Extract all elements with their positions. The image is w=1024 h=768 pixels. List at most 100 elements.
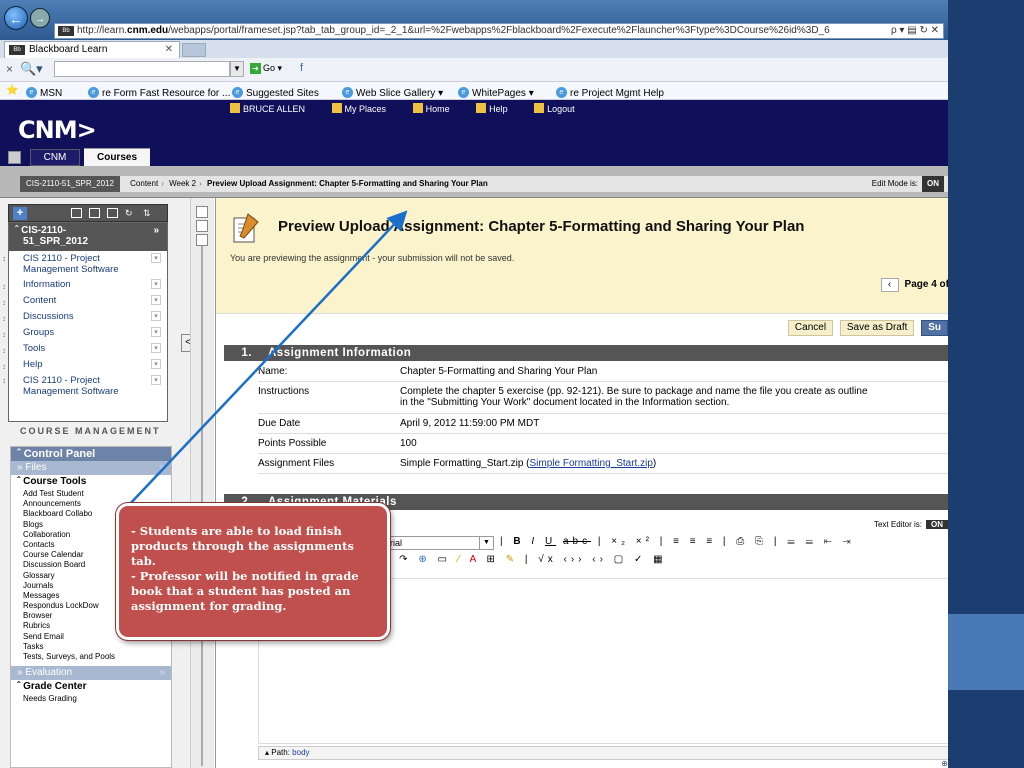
new-tab-button[interactable]: [182, 43, 206, 57]
breadcrumb-current: Preview Upload Assignment: Chapter 5-For…: [206, 179, 488, 188]
sidebar-item-cis-2110-2[interactable]: ↕ CIS 2110 - Project Management Software ▾: [2, 373, 167, 399]
callout-text-2: - Professor will be notified in grade bo…: [131, 569, 359, 613]
my-places-link[interactable]: My Places: [331, 103, 399, 114]
bb-tabs: CNM Courses: [0, 148, 948, 166]
chevron-down-icon[interactable]: ▾: [151, 295, 161, 305]
ie-icon: e: [342, 87, 353, 98]
drag-handle-icon[interactable]: ↕: [2, 279, 6, 294]
tab-cnm[interactable]: CNM: [30, 149, 80, 166]
back-arrow-icon[interactable]: ←: [4, 6, 28, 30]
submit-button[interactable]: Su: [921, 320, 948, 336]
resize-grip-icon[interactable]: ⊕: [941, 759, 948, 768]
double-chevron-icon[interactable]: »: [159, 666, 165, 680]
control-panel-header[interactable]: ˆ Control Panel: [11, 447, 171, 461]
close-tab-icon[interactable]: ✕: [165, 42, 173, 58]
drag-handle-icon[interactable]: ↕: [2, 375, 6, 386]
sidebar-item-discussions[interactable]: ↕ Discussions ▾: [2, 309, 167, 325]
evaluation-header[interactable]: » Evaluation»: [11, 666, 171, 681]
double-chevron-icon[interactable]: »: [159, 461, 165, 475]
chevron-down-icon[interactable]: ▾: [151, 359, 161, 369]
double-chevron-icon[interactable]: »: [153, 225, 159, 236]
go-button[interactable]: ➜ Go ▾: [250, 63, 282, 74]
search-icon[interactable]: 🔍▾: [20, 61, 48, 77]
favorite-link[interactable]: e WhitePages ▾: [458, 85, 534, 99]
chevron-down-icon[interactable]: ▾: [151, 253, 161, 263]
sidebar-item-content[interactable]: ↕ Content ▾: [2, 293, 167, 309]
drag-handle-icon[interactable]: ↕: [2, 343, 6, 358]
logout-link[interactable]: Logout: [534, 103, 587, 114]
insert-tools[interactable]: ↶ ↷ ⊕ ▭ ∕ A ⊞ ✎ | √x ‹›› ‹› ▢ ✓ ▦: [380, 554, 667, 565]
favorites-bar: ⭐ e MSN e re Form Fast Resource for ... eS…: [0, 82, 948, 100]
refresh-icon[interactable]: ↻: [125, 208, 136, 218]
user-name[interactable]: BRUCE ALLEN: [230, 103, 317, 114]
tab-options-icon[interactable]: [8, 151, 21, 164]
resize-icon[interactable]: [196, 234, 208, 246]
chevron-down-icon[interactable]: ▾: [151, 343, 161, 353]
breadcrumb-course[interactable]: CIS-2110-51_SPR_2012: [20, 176, 120, 192]
chevron-down-icon[interactable]: ▾: [151, 375, 161, 385]
favorite-link[interactable]: e re Form Fast Resource for ...: [88, 85, 230, 99]
font-select[interactable]: Arial ▼: [380, 536, 494, 550]
forward-arrow-icon[interactable]: →: [30, 8, 50, 28]
text-editor-toggle[interactable]: ON: [926, 520, 948, 529]
url-input[interactable]: Bb http://learn.cnm.edu/webapps/portal/f…: [54, 23, 944, 39]
reorder-icon[interactable]: ⇅: [143, 208, 154, 218]
previous-page-button[interactable]: ‹: [880, 278, 899, 292]
favorites-star-icon[interactable]: ⭐: [6, 85, 18, 96]
sidebar-item-tools[interactable]: ↕ Tools ▾: [2, 341, 167, 357]
course-tool-link[interactable]: Tests, Surveys, and Pools: [11, 652, 171, 662]
files-header[interactable]: » Files»: [11, 461, 171, 475]
tab-courses[interactable]: Courses: [84, 148, 150, 166]
drag-handle-icon[interactable]: ↕: [2, 295, 6, 310]
save-draft-button[interactable]: Save as Draft: [839, 320, 915, 336]
formatting-tools[interactable]: | B I U abc | ×₂ ×² | ≡ ≡ ≡ | ⎙ ⎘ | ☰ ☰ …: [500, 536, 855, 547]
drag-handle-icon[interactable]: ↕: [2, 253, 6, 264]
breadcrumb-week[interactable]: Week 2: [169, 179, 196, 188]
chevron-down-icon[interactable]: ▾: [151, 327, 161, 337]
folder-view-icon[interactable]: [71, 208, 82, 218]
chevron-down-icon[interactable]: ▾: [151, 279, 161, 289]
window-icon[interactable]: [196, 220, 208, 232]
favorite-link[interactable]: e Web Slice Gallery ▾: [342, 85, 443, 99]
help-link[interactable]: Help: [476, 103, 520, 114]
editor-toolbar: Arial ▼ | B I U abc | ×₂ ×² | ≡ ≡ ≡ | ⎙ ⎘…: [376, 534, 948, 572]
course-menu-header[interactable]: ˆ CIS-2110- 51_SPR_2012 »: [9, 223, 167, 251]
expand-icon[interactable]: [196, 206, 208, 218]
list-view-icon[interactable]: [89, 208, 100, 218]
preview-notice: You are previewing the assignment - your…: [230, 253, 515, 263]
cnm-logo: CNM>: [18, 116, 97, 144]
drag-handle-icon[interactable]: ↕: [2, 311, 6, 326]
drag-handle-icon[interactable]: ↕: [2, 327, 6, 342]
course-tool-link[interactable]: Add Test Student: [11, 489, 171, 499]
favorite-link[interactable]: e Suggested Sites: [232, 85, 319, 99]
toolbar-search-input[interactable]: [54, 61, 230, 77]
add-menu-item-button[interactable]: +: [13, 207, 27, 220]
close-toolbar-icon[interactable]: ×: [6, 62, 13, 76]
screenshot: ← → Bb http://learn.cnm.edu/webapps/port…: [0, 0, 948, 768]
sidebar-item-cis-2110[interactable]: ↕ CIS 2110 - Project Management Software ▾: [2, 251, 167, 277]
chevron-down-icon[interactable]: ▾: [151, 311, 161, 321]
home-link[interactable]: Home: [412, 103, 462, 114]
facebook-icon[interactable]: f: [300, 62, 303, 74]
cancel-button[interactable]: Cancel: [787, 320, 834, 336]
sidebar-item-help[interactable]: ↕ Help ▾: [2, 357, 167, 373]
course-tool-link[interactable]: Tasks: [11, 642, 171, 652]
url-host: cnm.edu: [127, 25, 169, 36]
browser-tab[interactable]: Bb Blackboard Learn ✕: [4, 41, 180, 58]
breadcrumb-content[interactable]: Content: [130, 179, 158, 188]
favorite-link[interactable]: e re Project Mgmt Help: [556, 85, 664, 99]
favorite-link[interactable]: e MSN: [26, 85, 62, 99]
chevron-down-icon[interactable]: ▼: [479, 537, 493, 549]
url-actions-icon[interactable]: ρ ▾ ▤ ↻ ✕: [886, 24, 939, 38]
chevron-down-icon[interactable]: ▼: [230, 61, 244, 77]
drag-handle-icon[interactable]: ↕: [2, 359, 6, 374]
sidebar-item-groups[interactable]: ↕ Groups ▾: [2, 325, 167, 341]
needs-grading-link[interactable]: Needs Grading: [11, 694, 171, 704]
edit-mode-toggle[interactable]: ON: [922, 176, 944, 192]
path-body-link[interactable]: body: [292, 748, 309, 757]
assignment-file-link[interactable]: Simple Formatting_Start.zip: [530, 458, 653, 469]
sidebar-item-information[interactable]: ↕ Information ▾: [2, 277, 167, 293]
course-tools-header[interactable]: ˆ Course Tools: [11, 475, 171, 489]
window-icon[interactable]: [107, 208, 118, 218]
grade-center-header[interactable]: ˆ Grade Center: [11, 680, 171, 694]
